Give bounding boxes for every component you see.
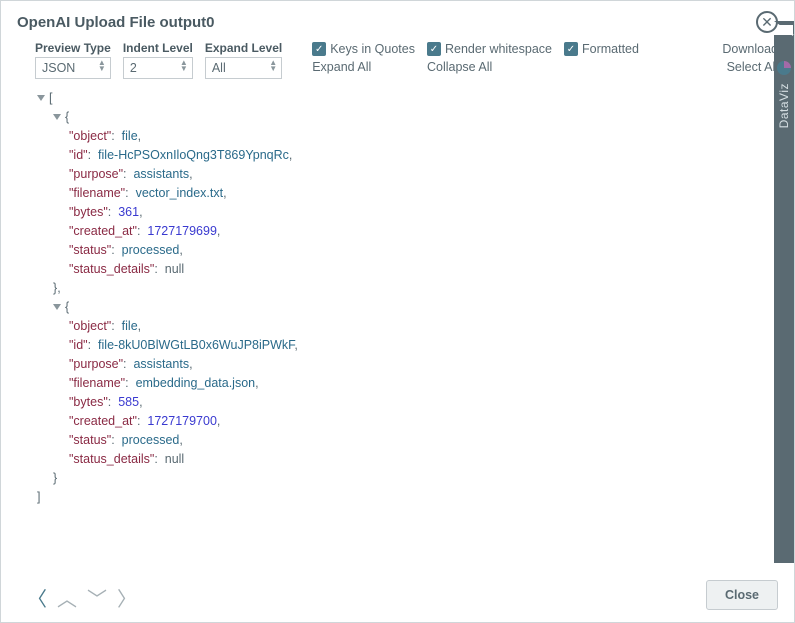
indent-label: Indent Level: [123, 41, 193, 55]
expand-select[interactable]: All ▲▼: [205, 57, 282, 79]
collapse-all-link[interactable]: Collapse All: [427, 60, 552, 74]
dialog: OpenAI Upload File output0 ✕ Preview Typ…: [0, 0, 795, 623]
controls-row: Preview Type JSON ▲▼ Indent Level 2 ▲▼ E…: [17, 41, 778, 85]
indent-select[interactable]: 2 ▲▼: [123, 57, 193, 79]
caret-icon[interactable]: [53, 304, 61, 310]
expand-value: All: [212, 61, 226, 75]
nav-down-icon[interactable]: ﹀: [87, 590, 107, 610]
side-tab[interactable]: DataViz: [774, 35, 794, 563]
dataviz-icon: [777, 61, 791, 75]
keys-col: ✓ Keys in Quotes Expand All: [312, 42, 415, 74]
download-link[interactable]: Download: [722, 42, 778, 56]
nav-next-icon[interactable]: 〉: [117, 590, 137, 610]
select-caret-icon: ▲▼: [98, 60, 106, 72]
preview-type-select[interactable]: JSON ▲▼: [35, 57, 111, 79]
dialog-title: OpenAI Upload File output0: [17, 14, 215, 31]
close-button[interactable]: Close: [706, 580, 778, 610]
nav-prev-icon[interactable]: 〈: [27, 590, 47, 610]
side-tab-arrow-inner-icon: [777, 25, 793, 36]
render-whitespace-checkbox[interactable]: ✓: [427, 42, 441, 56]
json-viewer[interactable]: [{"object": file,"id": file-HcPSOxnIloQn…: [17, 85, 778, 584]
preview-type-label: Preview Type: [35, 41, 111, 55]
render-whitespace-label: Render whitespace: [445, 42, 552, 56]
formatted-label: Formatted: [582, 42, 639, 56]
action-col: Download Select All: [722, 42, 778, 74]
indent-value: 2: [130, 61, 137, 75]
expand-all-link[interactable]: Expand All: [312, 60, 415, 74]
keys-in-quotes-checkbox[interactable]: ✓: [312, 42, 326, 56]
caret-icon[interactable]: [37, 95, 45, 101]
formatted-checkbox[interactable]: ✓: [564, 42, 578, 56]
indent-group: Indent Level 2 ▲▼: [123, 41, 193, 79]
select-caret-icon: ▲▼: [269, 60, 277, 72]
dialog-header: OpenAI Upload File output0 ✕: [17, 11, 778, 33]
keys-in-quotes-label: Keys in Quotes: [330, 42, 415, 56]
ws-col: ✓ Render whitespace Collapse All: [427, 42, 552, 74]
expand-label: Expand Level: [205, 41, 282, 55]
select-all-link[interactable]: Select All: [727, 60, 778, 74]
nav-row: 〈 ︿ ﹀ 〉 Close: [17, 584, 778, 610]
preview-type-group: Preview Type JSON ▲▼: [35, 41, 111, 79]
caret-icon[interactable]: [53, 114, 61, 120]
side-tab-label: DataViz: [777, 83, 791, 128]
preview-type-value: JSON: [42, 61, 75, 75]
nav-up-icon[interactable]: ︿: [57, 590, 77, 610]
fmt-col: ✓ Formatted: [564, 42, 639, 56]
expand-group: Expand Level All ▲▼: [205, 41, 282, 79]
select-caret-icon: ▲▼: [180, 60, 188, 72]
